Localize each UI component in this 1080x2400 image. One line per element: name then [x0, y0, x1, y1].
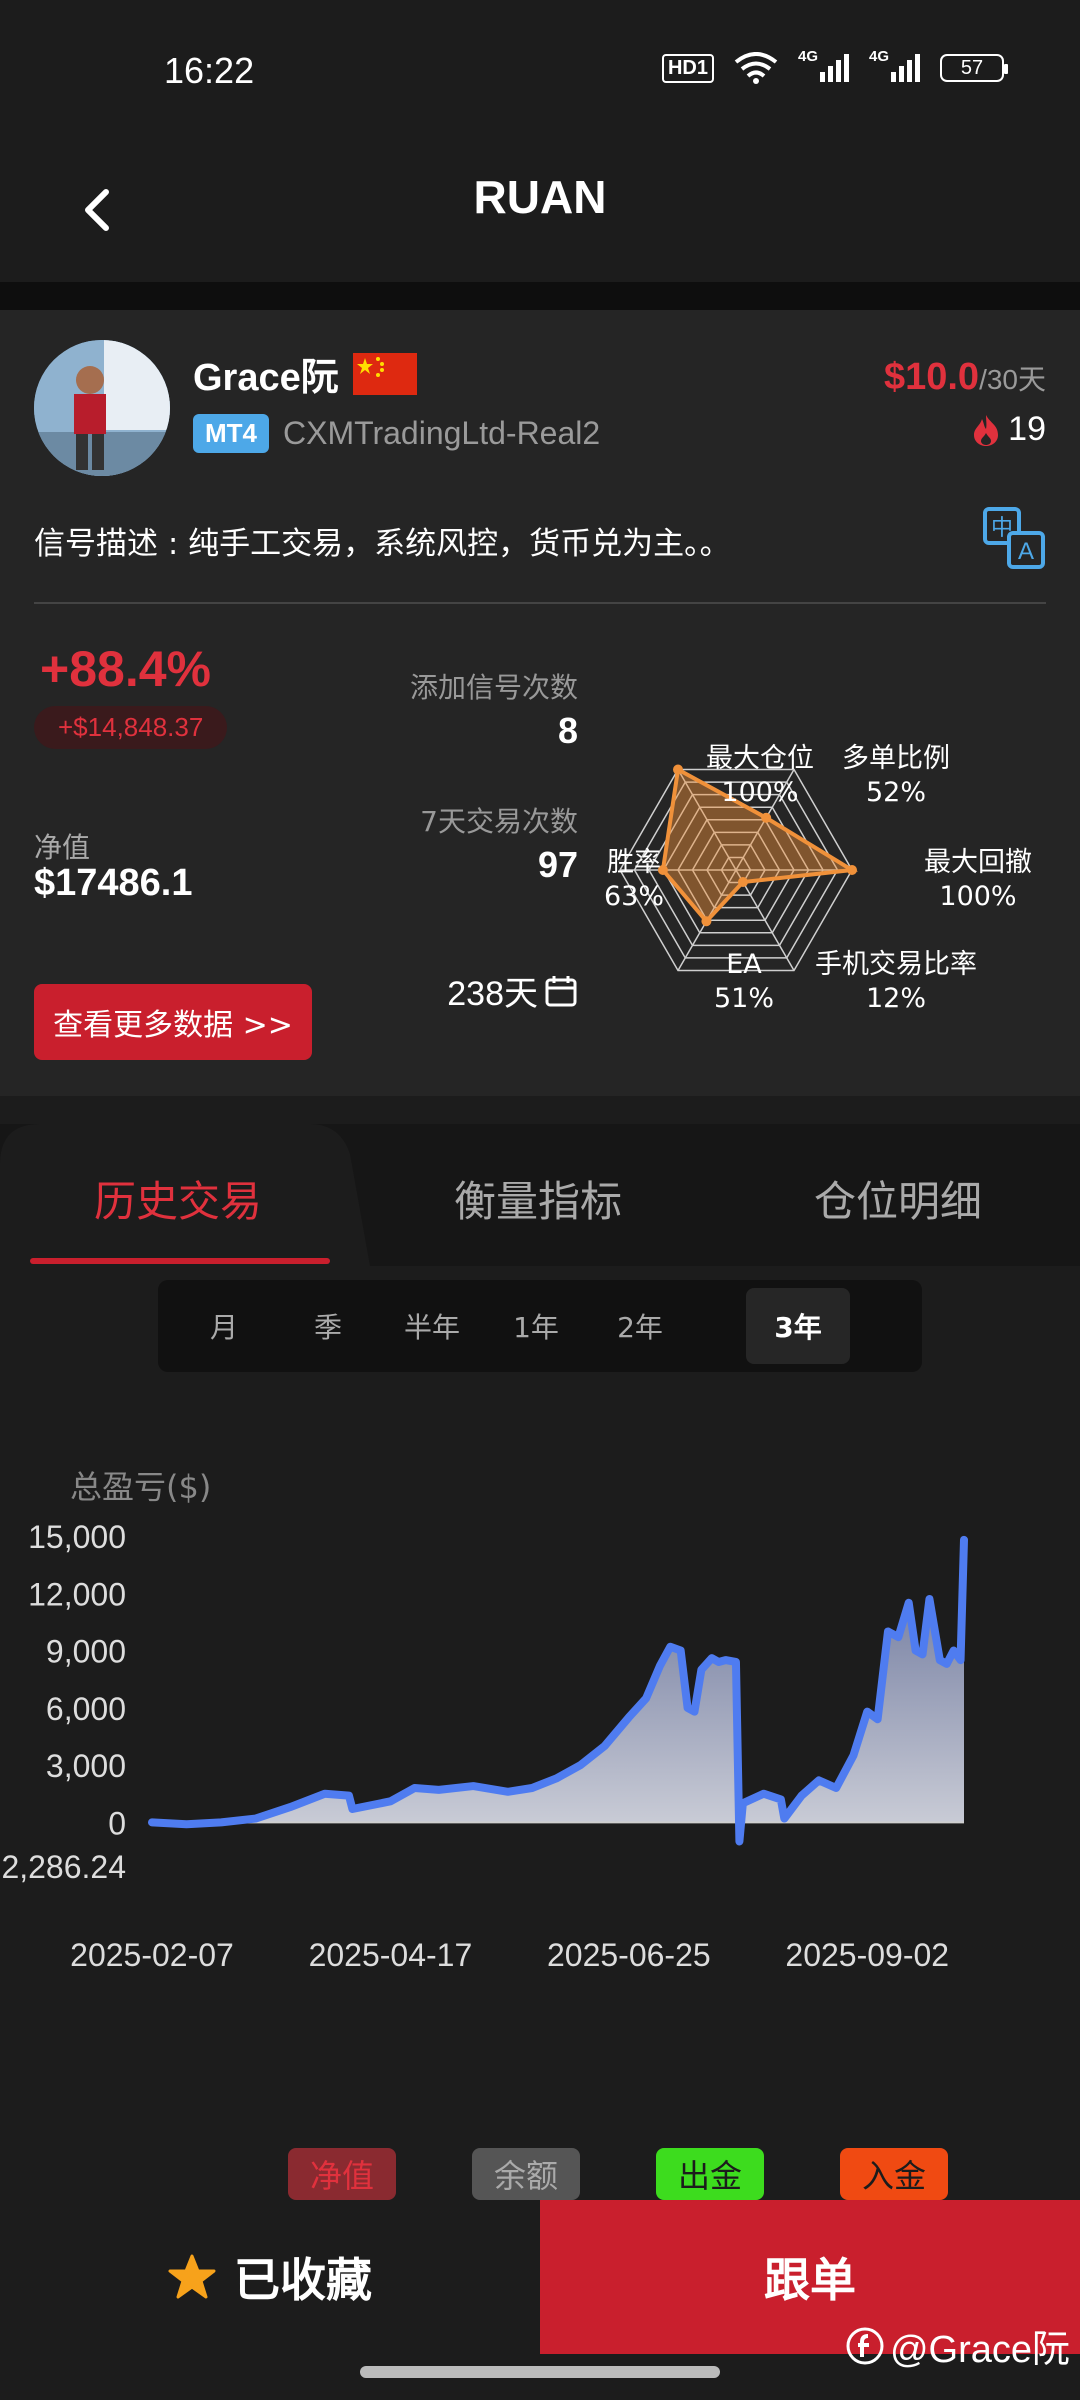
watermark-text: @Grace阮 — [889, 2329, 1070, 2371]
home-indicator[interactable] — [360, 2366, 720, 2378]
y-tick-label: 15,000 — [28, 1519, 126, 1555]
platform-logo-icon — [846, 2327, 884, 2364]
tab-metrics[interactable]: 衡量指标 — [454, 1168, 622, 1229]
period-3-year[interactable]: 3年 — [746, 1288, 850, 1364]
x-tick-label: 2025-06-25 — [547, 1937, 711, 1973]
x-tick-label: 2025-04-17 — [309, 1937, 473, 1973]
legend-withdrawal[interactable]: 出金 — [656, 2148, 764, 2200]
popularity-count: 19 — [1008, 410, 1046, 448]
calendar-icon — [545, 975, 577, 1006]
tab-underline — [30, 1258, 330, 1264]
radar-data-point — [847, 865, 857, 875]
signal-count-value: 8 — [557, 710, 578, 751]
equity-label: 净值 — [34, 831, 91, 864]
page-title: RUAN — [473, 171, 607, 223]
return-amount: +$14,848.37 — [34, 706, 228, 749]
popularity: 19 — [970, 410, 1046, 449]
return-percentage: +88.4% — [40, 641, 211, 697]
days-running: 238天 — [447, 966, 578, 1015]
legend-balance[interactable]: 余额 — [472, 2148, 580, 2200]
tab-positions[interactable]: 仓位明细 — [814, 1168, 982, 1229]
signal-description: 信号描述 : 纯手工交易，系统风控，货币兑为主。。 — [34, 526, 731, 562]
signal-count-stat: 添加信号次数 8 — [410, 666, 578, 752]
y-axis-title: 总盈亏($) — [70, 1468, 211, 1506]
period-1-year[interactable]: 1年 — [484, 1288, 588, 1364]
legend-deposit[interactable]: 入金 — [840, 2148, 948, 2200]
radar-label-long-ratio: 多单比例 52% — [842, 743, 950, 808]
nav-bar: RUAN — [0, 140, 1080, 282]
pnl-area-fill — [152, 1539, 964, 1842]
tab-bar: 历史交易 衡量指标 仓位明细 — [0, 1124, 1080, 1266]
star-icon — [168, 2254, 216, 2299]
china-flag-icon — [352, 352, 417, 395]
pnl-chart-svg: 总盈亏($) 15,000 12,000 9,000 6,000 3,000 0 -2,286… — [0, 1468, 968, 1973]
hd-icon: HD1 — [661, 53, 714, 83]
view-more-data-button[interactable]: 查看更多数据 >> — [34, 984, 312, 1060]
avatar[interactable] — [34, 340, 170, 476]
y-tick-label: 0 — [108, 1805, 126, 1841]
history-content: 月 季 半年 1年 2年 3年 总盈亏($) 15,000 12,000 9,000 6… — [0, 1266, 1080, 2200]
period-2-year[interactable]: 2年 — [588, 1288, 692, 1364]
status-bar: 16:22 HD1 4G 4G 57 — [0, 0, 1080, 140]
subscription-price: $10.0/30天 — [884, 356, 1046, 399]
status-time: 16:22 — [164, 50, 255, 91]
y-tick-label: 12,000 — [28, 1576, 126, 1612]
pnl-chart: 总盈亏($) 15,000 12,000 9,000 6,000 3,000 0 -2,286… — [0, 1456, 1080, 2016]
platform-badge: MT4 — [193, 414, 269, 453]
radar-label-win-rate: 胜率 63% — [603, 847, 664, 912]
trader-name: Grace阮 — [193, 357, 339, 399]
favorite-button[interactable]: 已收藏 — [0, 2200, 540, 2354]
y-tick-label: -2,286.24 — [0, 1849, 126, 1885]
svg-text:A: A — [1018, 538, 1034, 565]
signal-2-icon: 4G — [869, 48, 920, 82]
equity-value: $17486.1 — [34, 862, 193, 904]
radar-data-point — [737, 877, 748, 888]
watermark: @Grace阮 — [846, 2318, 1070, 2373]
x-tick-label: 2025-09-02 — [785, 1937, 949, 1973]
period-selector: 月 季 半年 1年 2年 3年 — [158, 1280, 922, 1372]
radar-label-ea: EA 51% — [713, 949, 774, 1014]
radar-label-max-drawdown: 最大回撤 100% — [924, 847, 1032, 912]
period-month[interactable]: 月 — [172, 1288, 276, 1364]
battery-icon: 57 — [940, 54, 1008, 82]
radar-data-point — [701, 916, 712, 927]
translate-button[interactable]: 中 A — [982, 506, 1046, 570]
wifi-icon — [734, 52, 778, 84]
y-tick-label: 3,000 — [46, 1748, 126, 1784]
period-half-year[interactable]: 半年 — [380, 1288, 484, 1364]
price-period: /30天 — [979, 364, 1046, 395]
tab-history-trades[interactable]: 历史交易 — [94, 1168, 262, 1229]
translate-icon: 中 A — [983, 507, 1045, 569]
y-tick-label: 6,000 — [46, 1691, 126, 1727]
period-quarter[interactable]: 季 — [276, 1288, 380, 1364]
separator — [34, 602, 1046, 604]
price-amount: $10.0 — [883, 356, 980, 398]
trades-7d-label: 7天交易次数 — [420, 805, 578, 838]
y-tick-label: 9,000 — [46, 1634, 126, 1670]
legend-equity[interactable]: 净值 — [288, 2148, 396, 2200]
platform-row: MT4 CXMTradingLtd-Real2 — [193, 414, 600, 453]
divider — [0, 282, 1080, 310]
fire-icon — [974, 414, 999, 446]
server-name: CXMTradingLtd-Real2 — [283, 415, 601, 451]
radar-chart: 最大仓位 100% 多单比例 52% 最大回撤 100% 手机交易比率 12% EA 51… — [604, 680, 1070, 1080]
signal-count-label: 添加信号次数 — [409, 671, 578, 704]
x-tick-label: 2025-02-07 — [70, 1937, 234, 1973]
profile-card: Grace阮 MT4 CXMTradingLtd-Real2 $10.0/30天… — [0, 310, 1080, 1096]
days-running-value: 238天 — [447, 975, 538, 1013]
status-icons: HD1 4G 4G 57 — [661, 48, 1008, 84]
radar-data-point — [761, 812, 772, 823]
trader-name-row: Grace阮 — [193, 346, 417, 401]
chart-legend: 净值 余额 出金 入金 — [288, 2148, 948, 2200]
favorite-label: 已收藏 — [234, 2253, 372, 2307]
signal-1-icon: 4G — [798, 48, 849, 82]
